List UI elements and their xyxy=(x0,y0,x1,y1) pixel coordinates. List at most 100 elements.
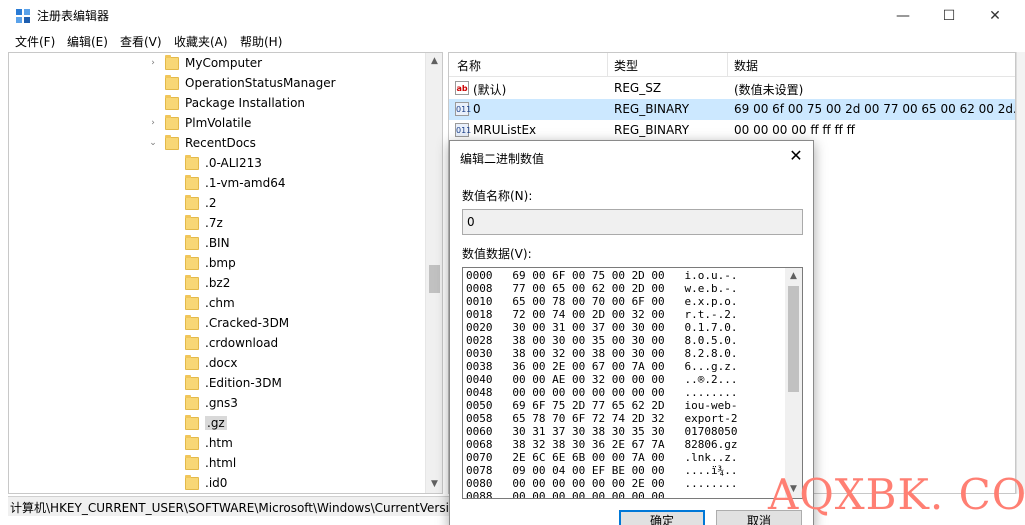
binary-value-icon: 011 xyxy=(455,102,471,116)
tree-item[interactable]: .chm xyxy=(167,293,235,313)
tree-item-label: .html xyxy=(205,456,237,470)
menu-edit[interactable]: 编辑(E) xyxy=(67,33,108,50)
hex-line[interactable]: 0038 36 00 2E 00 67 00 7A 00 6...g.z. xyxy=(466,360,738,373)
value-name-cell: MRUListEx xyxy=(473,123,537,137)
hex-editor[interactable]: 0000 69 00 6F 00 75 00 2D 00 i.o.u.-. 000… xyxy=(462,267,803,499)
hex-line[interactable]: 0010 65 00 78 00 70 00 6F 00 e.x.p.o. xyxy=(466,295,738,308)
folder-icon xyxy=(185,154,199,170)
scroll-up-arrow-icon[interactable]: ▲ xyxy=(426,53,442,70)
tree-item[interactable]: .Edition-3DM xyxy=(167,373,282,393)
hex-scrollbar[interactable]: ▲ ▼ xyxy=(785,268,802,498)
expand-arrow-icon[interactable]: › xyxy=(147,58,159,68)
folder-icon xyxy=(185,194,199,210)
tree-item[interactable]: .gns3 xyxy=(167,393,238,413)
tree-item-label: .0-ALI213 xyxy=(205,156,262,170)
hex-data[interactable]: 0000 69 00 6F 00 75 00 2D 00 i.o.u.-. 000… xyxy=(466,269,738,498)
menu-favorites[interactable]: 收藏夹(A) xyxy=(174,33,228,50)
hex-line[interactable]: 0050 69 6F 75 2D 77 65 62 2D iou-web- xyxy=(466,399,738,412)
minimize-button[interactable]: — xyxy=(880,0,926,31)
folder-icon xyxy=(165,94,179,110)
hex-line[interactable]: 0078 09 00 04 00 EF BE 00 00 ....ï¾.. xyxy=(466,464,738,477)
hex-line[interactable]: 0000 69 00 6F 00 75 00 2D 00 i.o.u.-. xyxy=(466,269,738,282)
tree-item[interactable]: .2 xyxy=(167,193,216,213)
tree-item[interactable]: .bmp xyxy=(167,253,236,273)
hex-scroll-thumb[interactable] xyxy=(788,286,799,392)
tree-item[interactable]: .7z xyxy=(167,213,223,233)
folder-icon xyxy=(165,54,179,70)
folder-icon xyxy=(185,234,199,250)
tree-item[interactable]: › PlmVolatile xyxy=(147,113,251,133)
tree-item-label: .BIN xyxy=(205,236,230,250)
hex-line[interactable]: 0060 30 31 37 30 38 30 35 30 01708050 xyxy=(466,425,738,438)
tree-item[interactable]: .bz2 xyxy=(167,273,230,293)
folder-icon xyxy=(165,74,179,90)
tree-item-label: .7z xyxy=(205,216,223,230)
tree-item[interactable]: .crdownload xyxy=(167,333,278,353)
column-header-data[interactable]: 数据 xyxy=(734,57,758,74)
value-row[interactable]: ab (默认) REG_SZ (数值未设置) xyxy=(449,78,1015,99)
menu-file[interactable]: 文件(F) xyxy=(15,33,55,50)
value-row[interactable]: 011 0 REG_BINARY 69 00 6f 00 75 00 2d 00 77… xyxy=(449,99,1015,120)
tree-item[interactable]: .0-ALI213 xyxy=(167,153,262,173)
menu-help[interactable]: 帮助(H) xyxy=(240,33,282,50)
hex-scroll-up-icon[interactable]: ▲ xyxy=(785,268,802,285)
value-name-cell: 0 xyxy=(473,102,481,116)
column-header-type[interactable]: 类型 xyxy=(614,57,638,74)
tree-item-label: .2 xyxy=(205,196,217,210)
tree-item[interactable]: OperationStatusManager xyxy=(147,73,336,93)
tree-item[interactable]: .html xyxy=(167,453,236,473)
right-edge-scrollbar xyxy=(1016,52,1025,494)
hex-line[interactable]: 0030 38 00 32 00 38 00 30 00 8.2.8.0. xyxy=(466,347,738,360)
maximize-button[interactable]: ☐ xyxy=(926,0,972,31)
tree-item[interactable]: .docx xyxy=(167,353,237,373)
tree-item[interactable]: .htm xyxy=(167,433,233,453)
folder-icon xyxy=(185,454,199,470)
hex-line[interactable]: 0020 30 00 31 00 37 00 30 00 0.1.7.0. xyxy=(466,321,738,334)
tree-item[interactable]: Package Installation xyxy=(147,93,305,113)
tree-item[interactable]: .id0 xyxy=(167,473,227,493)
tree-item-label: .id0 xyxy=(205,476,228,490)
tree-item[interactable]: .gz xyxy=(167,413,227,433)
dialog-close-icon[interactable]: ✕ xyxy=(785,145,807,167)
column-header-name[interactable]: 名称 xyxy=(457,57,481,74)
folder-icon xyxy=(185,434,199,450)
hex-line[interactable]: 0058 65 78 70 6F 72 74 2D 32 export-2 xyxy=(466,412,738,425)
menu-view[interactable]: 查看(V) xyxy=(120,33,162,50)
collapse-arrow-icon[interactable]: ⌄ xyxy=(147,138,159,148)
close-button[interactable]: ✕ xyxy=(972,0,1018,31)
tree-item-label: .bz2 xyxy=(205,276,231,290)
registry-editor-icon xyxy=(16,9,30,23)
registry-tree[interactable]: ▲ ▼ › MyComputer OperationStatusManager Pac… xyxy=(8,52,443,494)
folder-icon xyxy=(165,114,179,130)
hex-line[interactable]: 0080 00 00 00 00 00 00 2E 00 ........ xyxy=(466,477,738,490)
hex-line[interactable]: 0040 00 00 AE 00 32 00 00 00 ..®.2... xyxy=(466,373,738,386)
folder-icon xyxy=(185,314,199,330)
hex-line[interactable]: 0018 72 00 74 00 2D 00 32 00 r.t.-.2. xyxy=(466,308,738,321)
expand-arrow-icon[interactable]: › xyxy=(147,118,159,128)
value-name-field: 0 xyxy=(462,209,803,235)
hex-line[interactable]: 0070 2E 6C 6E 6B 00 00 7A 00 .lnk..z. xyxy=(466,451,738,464)
value-row[interactable]: 011 MRUListEx REG_BINARY 00 00 00 00 ff ff … xyxy=(449,120,1015,141)
folder-icon xyxy=(185,174,199,190)
tree-item[interactable]: .BIN xyxy=(167,233,230,253)
tree-item[interactable]: .Cracked-3DM xyxy=(167,313,289,333)
hex-line[interactable]: 0048 00 00 00 00 00 00 00 00 ........ xyxy=(466,386,738,399)
tree-item[interactable]: .1-vm-amd64 xyxy=(167,173,286,193)
value-type-cell: REG_BINARY xyxy=(614,102,690,116)
value-type-cell: REG_SZ xyxy=(614,81,662,95)
ok-button[interactable]: 确定 xyxy=(619,510,705,525)
tree-scrollbar[interactable]: ▲ ▼ xyxy=(425,53,442,493)
tree-item-label: .gns3 xyxy=(205,396,238,410)
tree-item[interactable]: › MyComputer xyxy=(147,53,262,73)
string-value-icon: ab xyxy=(455,81,469,95)
tree-scroll-thumb[interactable] xyxy=(429,265,440,293)
scroll-down-arrow-icon[interactable]: ▼ xyxy=(426,476,442,493)
hex-line[interactable]: 0068 38 32 38 30 36 2E 67 7A 82806.gz xyxy=(466,438,738,451)
folder-icon xyxy=(185,394,199,410)
tree-item[interactable]: ⌄ RecentDocs xyxy=(147,133,256,153)
hex-line[interactable]: 0008 77 00 65 00 62 00 2D 00 w.e.b.-. xyxy=(466,282,738,295)
hex-line[interactable]: 0088 00 00 00 00 00 00 00 00 ........ xyxy=(466,490,738,498)
hex-line[interactable]: 0028 38 00 30 00 35 00 30 00 8.0.5.0. xyxy=(466,334,738,347)
tree-item-label: .1-vm-amd64 xyxy=(205,176,286,190)
folder-icon xyxy=(185,274,199,290)
